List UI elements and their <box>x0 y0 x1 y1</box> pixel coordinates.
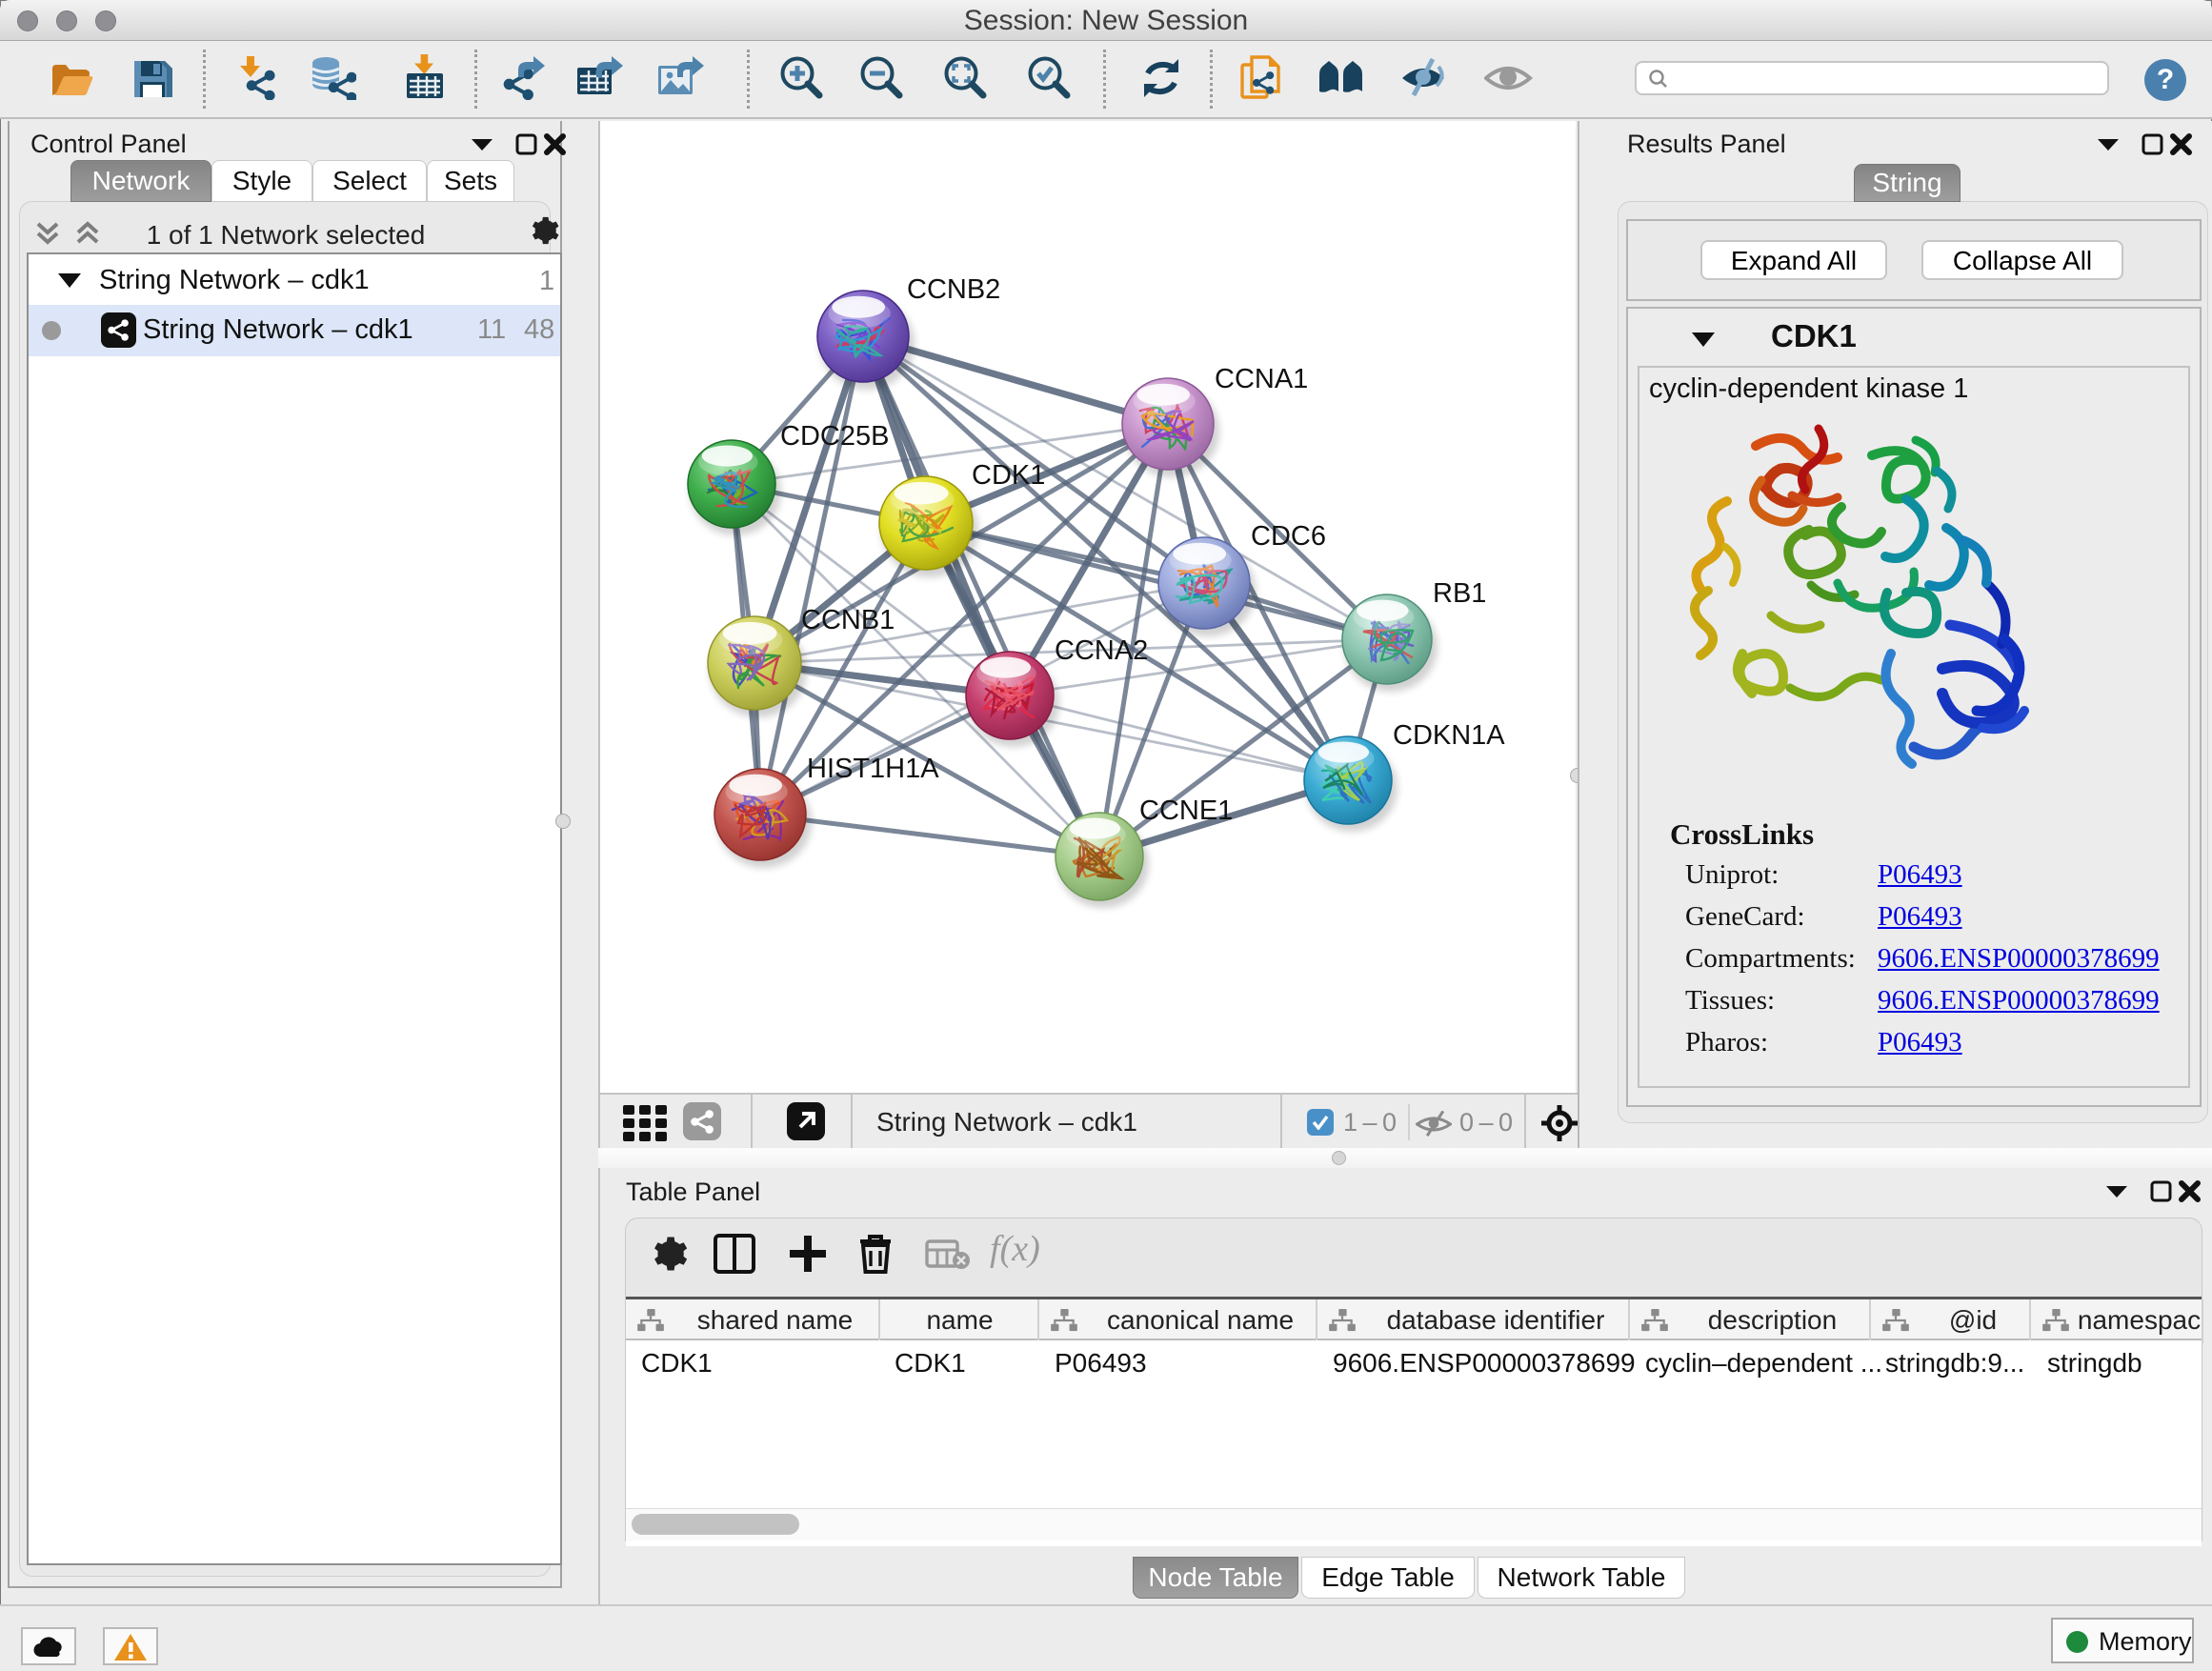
svg-text:CCNE1: CCNE1 <box>1139 795 1233 826</box>
svg-text:CDK1: CDK1 <box>972 460 1045 491</box>
svg-text:RB1: RB1 <box>1433 578 1486 609</box>
svg-text:CCNB1: CCNB1 <box>801 605 895 635</box>
svg-text:CCNA1: CCNA1 <box>1215 364 1308 394</box>
svg-text:CCNB2: CCNB2 <box>907 274 1000 305</box>
svg-text:HIST1H1A: HIST1H1A <box>807 754 939 784</box>
svg-text:CDKN1A: CDKN1A <box>1393 720 1505 751</box>
svg-text:CCNA2: CCNA2 <box>1055 635 1148 666</box>
svg-text:CDC25B: CDC25B <box>780 421 889 452</box>
svg-text:CDC6: CDC6 <box>1251 521 1326 552</box>
